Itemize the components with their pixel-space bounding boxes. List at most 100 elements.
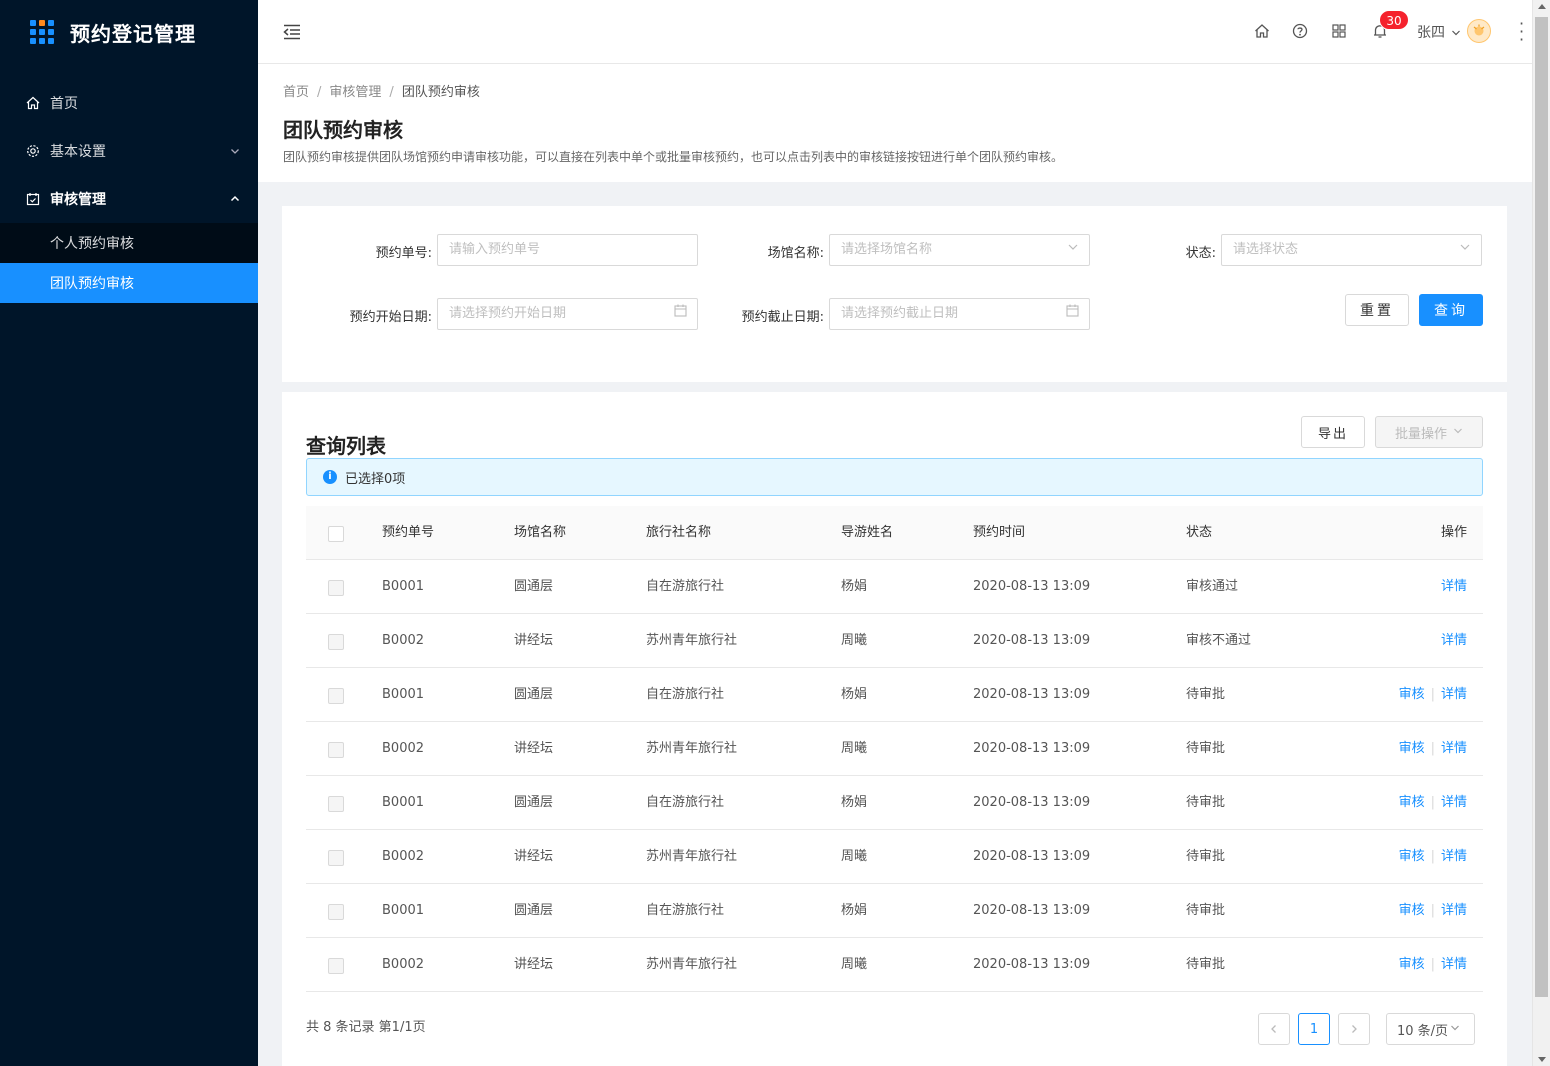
sidebar-item-label: 基本设置 <box>50 144 106 160</box>
detail-link[interactable]: 详情 <box>1441 849 1467 864</box>
chevron-left-icon <box>1271 1025 1276 1033</box>
avatar[interactable] <box>1467 19 1491 43</box>
column-header: 场馆名称 <box>514 525 567 540</box>
venue-select-placeholder: 请选择场馆名称 <box>841 242 933 257</box>
scroll-thumb[interactable] <box>1535 17 1548 997</box>
row-checkbox[interactable] <box>328 796 344 812</box>
operations-cell: 详情 <box>1441 614 1467 667</box>
operations-cell: 审核 | 详情 <box>1399 884 1467 937</box>
review-link[interactable]: 审核 <box>1399 687 1425 702</box>
row-checkbox[interactable] <box>328 904 344 920</box>
page-1-button[interactable]: 1 <box>1298 1013 1330 1045</box>
status-cell: 待审批 <box>1186 957 1226 972</box>
user-name[interactable]: 张四 <box>1417 22 1445 42</box>
export-button[interactable]: 导出 <box>1301 416 1365 448</box>
filter-card: 预约单号: 请输入预约单号 场馆名称: 请选择场馆名称 状态: 请选择状态 预约… <box>282 206 1507 382</box>
agency-cell: 自在游旅行社 <box>646 795 725 810</box>
batch-operation-button[interactable]: 批量操作 <box>1375 416 1483 448</box>
sidebar-item-review-management[interactable]: 审核管理 <box>0 175 258 223</box>
review-link[interactable]: 审核 <box>1399 903 1425 918</box>
home-icon[interactable] <box>1254 23 1270 43</box>
chevron-down-icon <box>1450 1022 1460 1037</box>
table-row: B0002 讲经坛 苏州青年旅行社 周曦 2020-08-13 13:09 待审批 审核 | 详… <box>306 830 1483 884</box>
detail-link[interactable]: 详情 <box>1441 633 1467 648</box>
select-all-checkbox[interactable] <box>328 526 344 542</box>
venue-select[interactable]: 请选择场馆名称 <box>829 234 1090 266</box>
detail-link[interactable]: 详情 <box>1441 903 1467 918</box>
scroll-up-arrow-icon[interactable] <box>1538 4 1546 9</box>
query-button[interactable]: 查询 <box>1419 294 1483 326</box>
row-checkbox[interactable] <box>328 688 344 704</box>
review-link[interactable]: 审核 <box>1399 741 1425 756</box>
detail-link[interactable]: 详情 <box>1441 795 1467 810</box>
sidebar-item-team-review[interactable]: 团队预约审核 <box>0 263 258 303</box>
agency-cell: 自在游旅行社 <box>646 903 725 918</box>
sidebar-item-home[interactable]: 首页 <box>0 79 258 127</box>
agency-cell: 苏州青年旅行社 <box>646 957 738 972</box>
page-title: 团队预约审核 <box>283 118 403 142</box>
status-cell: 审核通过 <box>1186 579 1239 594</box>
end-date-picker[interactable]: 请选择预约截止日期 <box>829 298 1090 330</box>
breadcrumb: 首页 / 审核管理 / 团队预约审核 <box>283 85 480 100</box>
help-icon[interactable] <box>1292 23 1308 43</box>
calendar-check-icon <box>26 192 40 206</box>
more-vertical-icon[interactable]: · · · <box>1519 16 1524 48</box>
order-no-cell: B0001 <box>382 795 425 810</box>
chevron-down-icon <box>1459 235 1471 265</box>
sidebar-item-personal-review[interactable]: 个人预约审核 <box>0 223 258 263</box>
detail-link[interactable]: 详情 <box>1441 687 1467 702</box>
chevron-up-icon <box>230 192 240 208</box>
operations-cell: 详情 <box>1441 560 1467 613</box>
menu-fold-icon[interactable] <box>282 22 302 46</box>
detail-link[interactable]: 详情 <box>1441 741 1467 756</box>
venue-cell: 讲经坛 <box>514 957 554 972</box>
agency-cell: 苏州青年旅行社 <box>646 741 738 756</box>
status-select-placeholder: 请选择状态 <box>1233 242 1299 257</box>
review-link[interactable]: 审核 <box>1399 849 1425 864</box>
data-table: 预约单号 场馆名称 旅行社名称 导游姓名 预约时间 状态 操作 B0001 圆通层… <box>306 506 1483 992</box>
next-page-button[interactable] <box>1338 1013 1370 1045</box>
detail-link[interactable]: 详情 <box>1441 579 1467 594</box>
sidebar-item-basic-settings[interactable]: 基本设置 <box>0 127 258 175</box>
status-select[interactable]: 请选择状态 <box>1221 234 1482 266</box>
time-cell: 2020-08-13 13:09 <box>973 687 1091 702</box>
row-checkbox[interactable] <box>328 634 344 650</box>
end-date-placeholder: 请选择预约截止日期 <box>841 306 959 321</box>
selection-alert: i 已选择0项 <box>306 458 1483 496</box>
top-header: 30 张四 · · · <box>258 0 1532 64</box>
start-date-picker[interactable]: 请选择预约开始日期 <box>437 298 698 330</box>
row-checkbox[interactable] <box>328 580 344 596</box>
end-date-label: 预约截止日期: <box>741 310 824 325</box>
time-cell: 2020-08-13 13:09 <box>973 903 1091 918</box>
row-checkbox[interactable] <box>328 850 344 866</box>
venue-cell: 圆通层 <box>514 903 554 918</box>
scroll-down-arrow-icon[interactable] <box>1538 1057 1546 1062</box>
selection-count: 已选择0项 <box>345 471 406 487</box>
apps-grid-icon[interactable] <box>1331 23 1347 43</box>
detail-link[interactable]: 详情 <box>1441 957 1467 972</box>
column-header: 操作 <box>1440 525 1467 540</box>
time-cell: 2020-08-13 13:09 <box>973 741 1091 756</box>
reset-button[interactable]: 重置 <box>1345 294 1409 326</box>
link-divider: | <box>1430 687 1435 702</box>
operations-cell: 审核 | 详情 <box>1399 668 1467 721</box>
status-cell: 待审批 <box>1186 741 1226 756</box>
prev-page-button[interactable] <box>1258 1013 1290 1045</box>
breadcrumb-home[interactable]: 首页 <box>283 85 309 100</box>
order-no-cell: B0002 <box>382 633 425 648</box>
page-scrollbar[interactable] <box>1532 0 1550 1066</box>
review-link[interactable]: 审核 <box>1399 795 1425 810</box>
review-link[interactable]: 审核 <box>1399 957 1425 972</box>
row-checkbox[interactable] <box>328 742 344 758</box>
order-no-input[interactable]: 请输入预约单号 <box>437 234 698 266</box>
guide-cell: 杨娟 <box>841 579 868 594</box>
chevron-down-icon[interactable] <box>1451 27 1461 42</box>
page-size-select[interactable]: 10 条/页 <box>1386 1013 1475 1045</box>
order-no-label: 预约单号: <box>375 246 432 261</box>
column-header: 状态 <box>1186 525 1213 540</box>
row-checkbox[interactable] <box>328 958 344 974</box>
sidebar-menu: 首页 基本设置 审核管理 个人预约审核 团队预约审核 <box>0 79 258 303</box>
status-cell: 待审批 <box>1186 903 1226 918</box>
guide-cell: 周曦 <box>841 957 868 972</box>
breadcrumb-review-management[interactable]: 审核管理 <box>329 85 381 100</box>
